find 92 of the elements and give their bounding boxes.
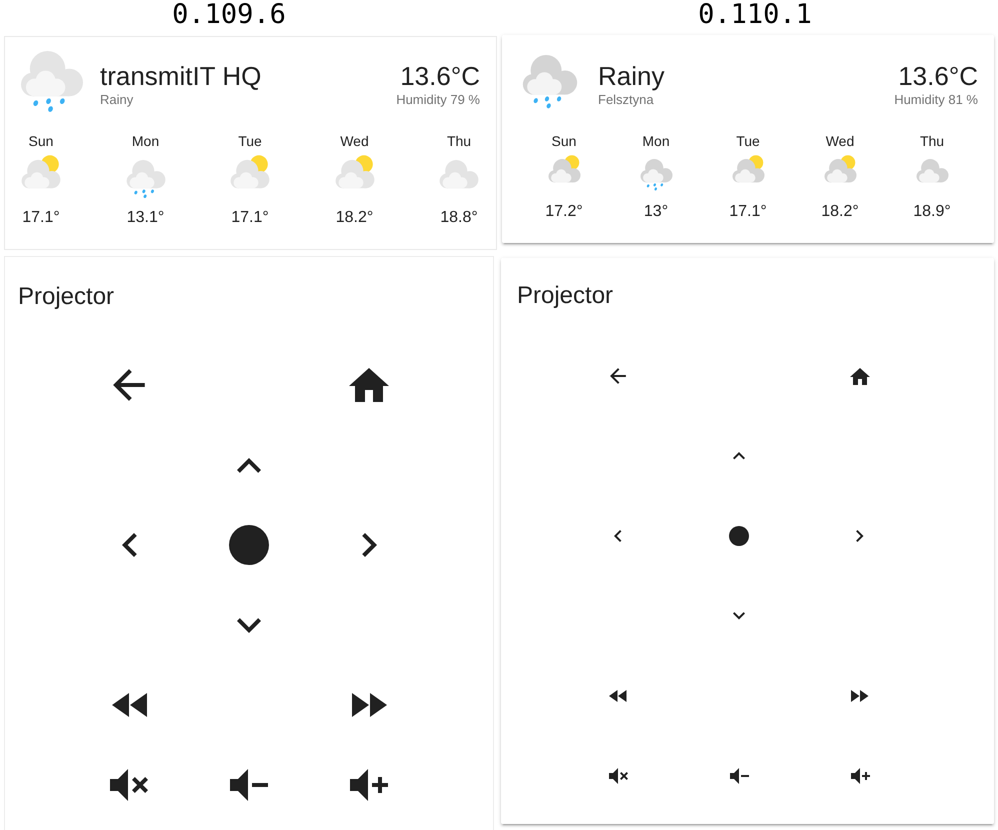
forecast-temperature: 17.1° [729,202,767,222]
left-button[interactable] [614,530,622,542]
forecast-day: Mon [642,131,670,151]
left-button[interactable] [122,533,136,557]
cloud-icon [916,159,948,183]
weather-subtitle: Rainy [100,92,134,108]
fast-forward-icon [851,690,869,702]
home-button[interactable] [850,368,870,384]
down-button[interactable] [733,612,745,620]
forecast-day: Thu [920,131,944,151]
rewind-button[interactable] [609,690,627,702]
version-label: 0.110.1 [698,0,812,30]
rewind-icon [112,693,146,717]
speaker-plus-icon [350,769,388,801]
up-button[interactable] [733,452,745,460]
right-button[interactable] [362,533,376,557]
remote-title: Projector [517,281,614,311]
back-button[interactable] [113,369,145,401]
version-label: 0.109.6 [172,0,286,30]
arrow-left-icon [610,368,626,384]
cloud-icon [439,160,479,189]
chevron-down-icon [733,612,745,620]
volume-down-button[interactable] [230,769,268,801]
forecast-temperature: 18.9° [913,202,951,222]
chevron-left-icon [614,530,622,542]
back-button[interactable] [610,368,626,384]
fast-forward-icon [352,693,386,717]
forecast-temperature: 18.2° [336,208,374,228]
speaker-cross-icon [110,769,148,801]
forecast-temperature: 17.2° [545,202,583,222]
forecast-temperature: 18.8° [440,208,478,228]
forecast-day: Sun [28,131,54,151]
rewind-icon [609,690,627,702]
remote-title: Projector [18,282,114,312]
rain-cloud-icon [640,159,672,191]
speaker-cross-icon [608,768,628,784]
chevron-left-icon [122,533,136,557]
rain-cloud-icon [522,55,578,109]
forecast-day: Wed [340,131,369,151]
sun-cloud-icon [230,155,270,189]
volume-up-button[interactable] [850,768,870,784]
forecast-temperature: 13.1° [126,208,164,228]
chevron-right-icon [856,530,864,542]
forecast-temperature: 17.1° [22,208,60,228]
rain-cloud-icon [20,51,84,113]
speaker-minus-icon [230,769,268,801]
fast-forward-button[interactable] [352,693,386,717]
chevron-down-icon [237,618,261,632]
forecast-temperature: 17.1° [231,208,269,228]
arrow-left-icon [113,369,145,401]
forecast-day: Wed [826,131,854,151]
select-button[interactable] [729,526,749,546]
select-button[interactable] [229,525,269,565]
weather-title: Rainy [598,60,664,92]
rain-cloud-icon [126,160,166,198]
forecast-day: Mon [132,131,160,151]
humidity-text: Humidity 79 % [396,92,480,108]
current-temperature: 13.6°C [400,60,480,92]
mute-button[interactable] [608,768,628,784]
forecast-temperature: 18.2° [821,202,859,222]
volume-down-button[interactable] [730,768,748,784]
chevron-right-icon [362,533,376,557]
forecast-day: Sun [552,131,576,151]
circle-icon [729,526,749,546]
up-button[interactable] [237,458,261,472]
fast-forward-button[interactable] [851,690,869,702]
weather-title: transmitIT HQ [100,60,262,92]
down-button[interactable] [237,618,261,632]
forecast-day: Thu [446,131,472,151]
home-button[interactable] [349,368,389,402]
sun-cloud-icon [732,155,764,183]
chevron-up-icon [733,452,745,460]
forecast-day: Tue [238,131,262,151]
volume-up-button[interactable] [350,769,388,801]
circle-icon [229,525,269,565]
forecast-temperature: 13° [644,202,668,222]
speaker-minus-icon [730,768,748,784]
home-icon [349,368,389,402]
sun-cloud-icon [824,155,856,183]
mute-button[interactable] [110,769,148,801]
current-temperature: 13.6°C [898,60,978,92]
sun-cloud-icon [21,155,61,189]
sun-cloud-icon [334,155,374,189]
sun-cloud-icon [548,155,580,183]
rewind-button[interactable] [112,693,146,717]
weather-subtitle: Felsztyna [598,92,654,108]
right-button[interactable] [856,530,864,542]
speaker-plus-icon [850,768,870,784]
humidity-text: Humidity 81 % [894,92,978,108]
home-icon [850,368,870,384]
forecast-day: Tue [736,131,760,151]
chevron-up-icon [237,458,261,472]
